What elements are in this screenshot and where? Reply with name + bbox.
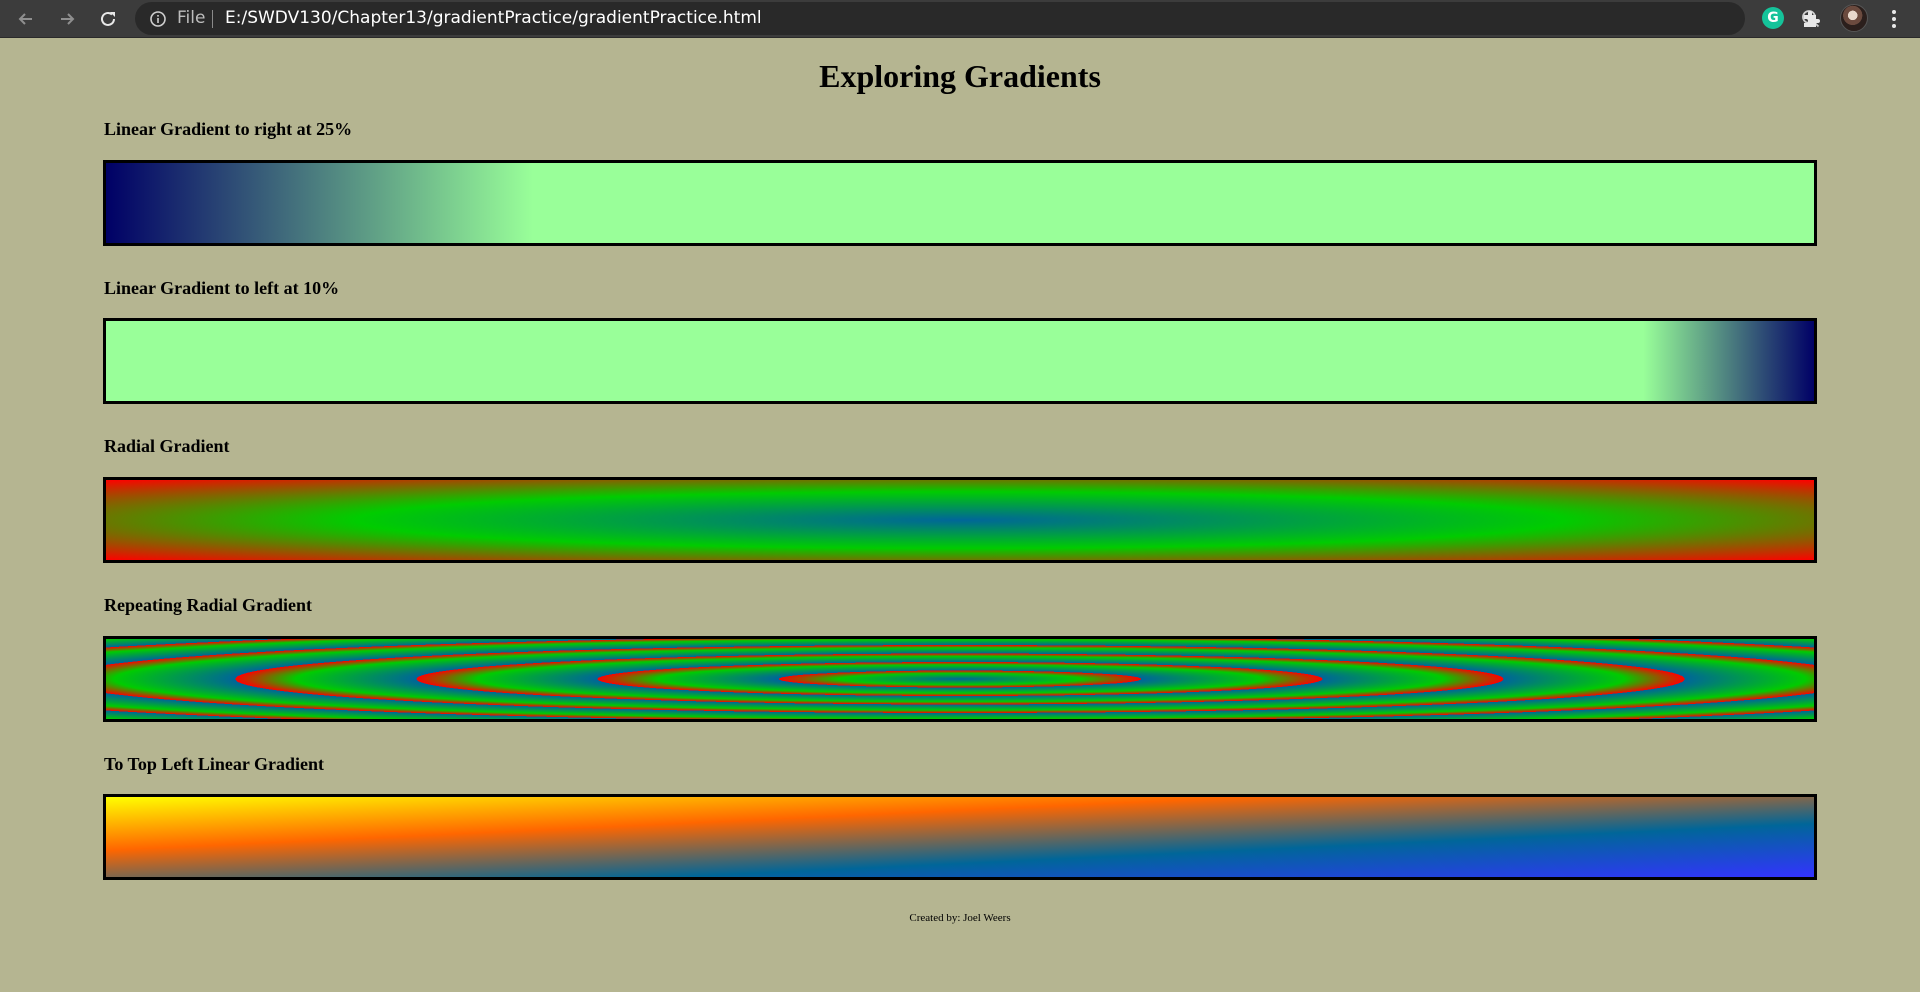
forward-button[interactable] xyxy=(51,3,83,35)
extensions-puzzle-icon[interactable] xyxy=(1800,7,1824,31)
page-title: Exploring Gradients xyxy=(819,58,1101,94)
info-icon[interactable] xyxy=(149,10,167,28)
url-divider xyxy=(212,10,213,28)
footer-credit: Created by: Joel Weers xyxy=(909,912,1011,924)
url-text[interactable]: E:/SWDV130/Chapter13/gradientPractice/gr… xyxy=(225,8,762,28)
reload-button[interactable] xyxy=(92,3,124,35)
gradient-box-radial xyxy=(103,477,1817,563)
profile-avatar[interactable] xyxy=(1840,4,1868,32)
reload-icon xyxy=(101,11,115,26)
section-label-radial: Radial Gradient xyxy=(104,436,230,456)
section-label-top-left-linear: To Top Left Linear Gradient xyxy=(104,754,325,774)
grammarly-extension-icon[interactable]: G xyxy=(1762,7,1784,29)
back-button[interactable] xyxy=(10,3,42,35)
gradient-box-linear-left xyxy=(103,318,1817,404)
arrow-right-icon xyxy=(61,13,75,25)
section-label-repeating-radial: Repeating Radial Gradient xyxy=(104,595,313,615)
section-label-linear-right: Linear Gradient to right at 25% xyxy=(104,119,353,139)
gradient-box-linear-right xyxy=(103,160,1817,246)
arrow-left-icon xyxy=(18,13,32,25)
gradient-box-top-left-linear xyxy=(103,794,1817,880)
section-label-linear-left: Linear Gradient to left at 10% xyxy=(104,278,340,298)
url-scheme-label: File xyxy=(177,8,206,28)
browser-toolbar: File E:/SWDV130/Chapter13/gradientPracti… xyxy=(0,0,1920,38)
more-menu-icon[interactable] xyxy=(1882,7,1906,31)
gradient-box-repeating-radial xyxy=(103,636,1817,722)
address-bar[interactable]: File E:/SWDV130/Chapter13/gradientPracti… xyxy=(135,2,1862,35)
